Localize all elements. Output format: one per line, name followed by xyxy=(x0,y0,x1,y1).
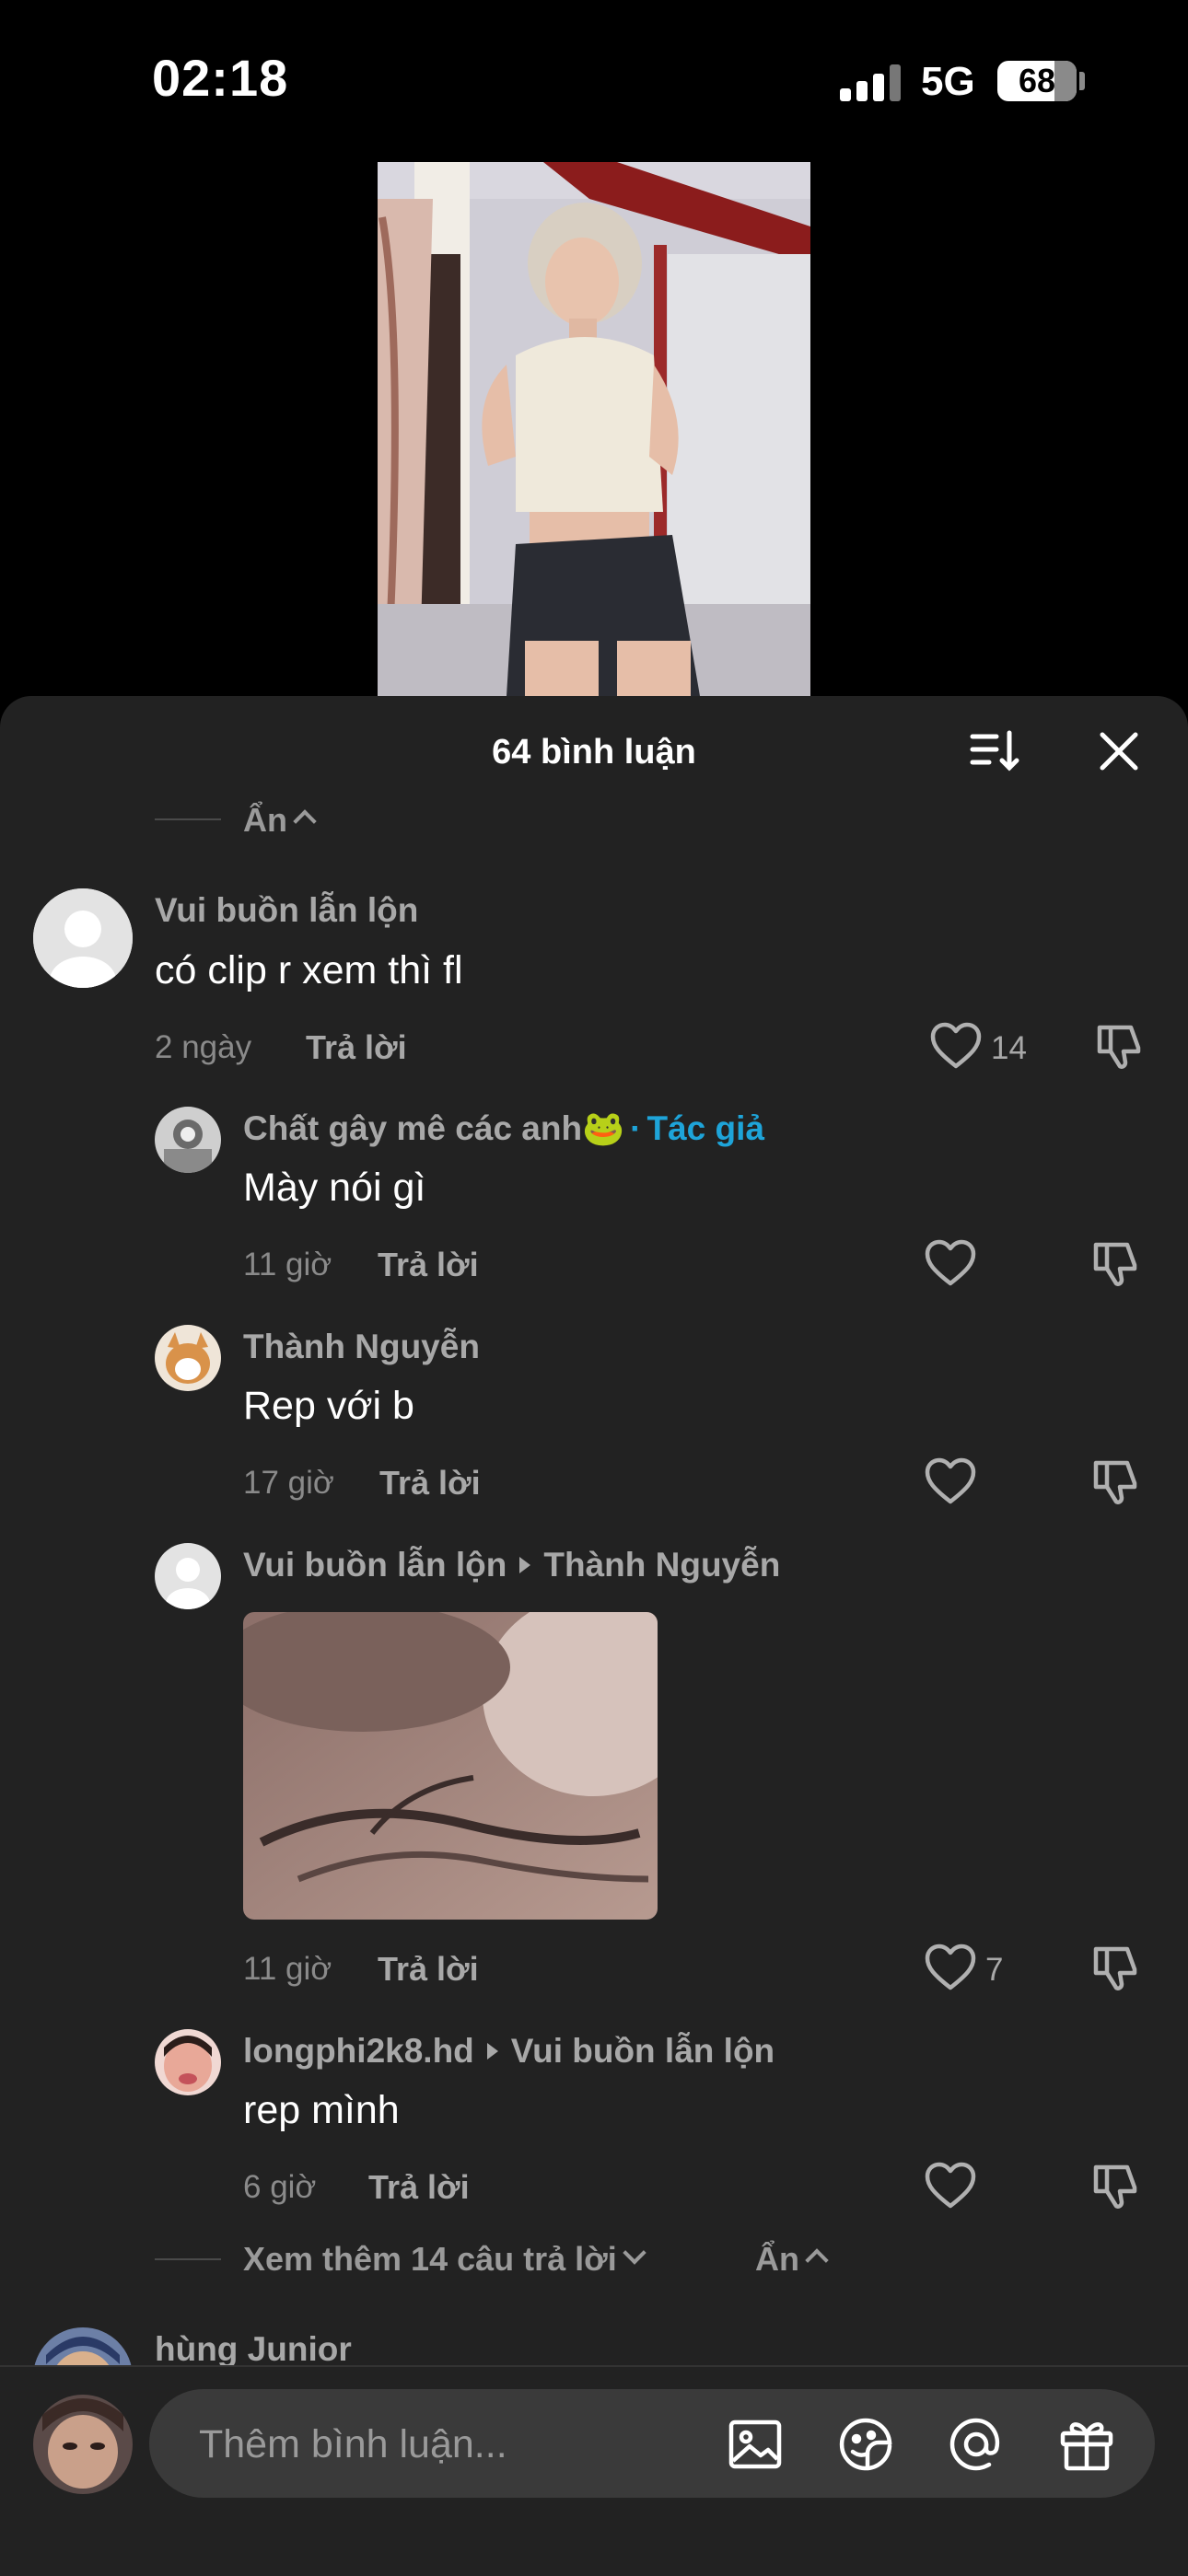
comment-time: 2 ngày xyxy=(155,1029,252,1065)
close-icon[interactable] xyxy=(1091,724,1147,779)
comment-text: có clip r xem thì fl xyxy=(155,948,463,992)
avatar[interactable] xyxy=(155,1325,221,1391)
thumbs-down-icon[interactable] xyxy=(1090,2160,1142,2211)
thumbs-down-icon[interactable] xyxy=(1090,1456,1142,1507)
thread-divider xyxy=(155,818,221,820)
heart-outline-icon[interactable] xyxy=(925,2162,976,2210)
reply-button[interactable]: Trả lời xyxy=(378,1246,479,1284)
reply-button[interactable]: Trả lời xyxy=(379,1464,481,1503)
comment-input-container xyxy=(149,2389,1155,2500)
comment-username[interactable]: Chất gây mê các anh🐸 · Tác giả xyxy=(243,1109,764,1149)
username-text: Vui buồn lẫn lộn xyxy=(243,1546,507,1584)
comment-text: Mày nói gì xyxy=(243,1166,426,1210)
reply-to-username: Thành Nguyễn xyxy=(543,1546,781,1584)
gift-icon[interactable] xyxy=(1057,2415,1116,2474)
thumbs-down-icon[interactable] xyxy=(1090,1942,1142,1993)
heart-outline-icon[interactable] xyxy=(925,1944,976,1991)
reply-to-username: Vui buồn lẫn lộn xyxy=(510,2032,775,2070)
hide-replies-link[interactable]: Ẩn xyxy=(755,2240,829,2279)
sticker-emoji-icon[interactable] xyxy=(836,2415,895,2474)
comment-input[interactable] xyxy=(197,2389,680,2500)
video-preview[interactable] xyxy=(378,162,810,696)
chevron-up-icon xyxy=(293,809,317,833)
username-text: longphi2k8.hd xyxy=(243,2032,474,2070)
at-icon[interactable] xyxy=(947,2415,1006,2474)
view-more-replies-link[interactable]: Xem thêm 14 câu trả lời xyxy=(243,2240,646,2279)
chevron-down-icon xyxy=(623,2241,646,2265)
author-badge: Tác giả xyxy=(646,1109,764,1147)
reply-button[interactable]: Trả lời xyxy=(368,2168,470,2207)
status-bar: 02:18 5G 68 xyxy=(0,0,1188,157)
battery-percent: 68 xyxy=(1018,62,1056,99)
status-time: 02:18 xyxy=(152,49,289,107)
signal-icon xyxy=(840,64,904,101)
comment-time: 11 giờ xyxy=(243,1247,332,1282)
reply-button[interactable]: Trả lời xyxy=(306,1028,407,1067)
comment-username[interactable]: Thành Nguyễn xyxy=(243,1328,480,1366)
avatar[interactable] xyxy=(33,888,133,988)
comment-time: 6 giờ xyxy=(243,2169,317,2205)
network-type: 5G xyxy=(921,59,975,104)
my-avatar[interactable] xyxy=(33,2395,133,2494)
comments-panel: 64 bình luận Ẩn Vui buồn lẫn lộn có clip… xyxy=(0,696,1188,2574)
thumbs-down-icon[interactable] xyxy=(1094,1020,1146,1072)
avatar[interactable] xyxy=(155,1107,221,1173)
reply-button[interactable]: Trả lời xyxy=(378,1950,479,1989)
heart-outline-icon[interactable] xyxy=(930,1022,982,1070)
heart-outline-icon[interactable] xyxy=(925,1457,976,1505)
battery-icon: 68 xyxy=(997,61,1077,101)
comment-composer xyxy=(0,2365,1188,2576)
view-more-replies-label: Xem thêm 14 câu trả lời xyxy=(243,2240,617,2278)
comment-username[interactable]: hùng Junior xyxy=(155,2330,352,2369)
comment-text: rep mình xyxy=(243,2088,400,2132)
hide-replies-label: Ẩn xyxy=(243,801,287,839)
chevron-up-icon xyxy=(805,2248,829,2272)
comment-username[interactable]: longphi2k8.hd Vui buồn lẫn lộn xyxy=(243,2032,775,2071)
avatar[interactable] xyxy=(155,2029,221,2095)
comment-text: Rep với b xyxy=(243,1384,414,1428)
thumbs-down-icon[interactable] xyxy=(1090,1237,1142,1289)
reply-arrow-icon xyxy=(486,2043,498,2060)
avatar[interactable] xyxy=(155,1543,221,1609)
comment-time: 17 giờ xyxy=(243,1465,334,1501)
image-icon[interactable] xyxy=(726,2415,785,2474)
hide-replies-label: Ẩn xyxy=(755,2240,799,2278)
like-count: 7 xyxy=(985,1952,1004,1988)
comment-photo[interactable] xyxy=(243,1612,658,1920)
author-separator: · xyxy=(630,1109,642,1147)
comment-time: 11 giờ xyxy=(243,1951,332,1987)
reply-arrow-icon xyxy=(519,1557,531,1573)
sort-icon[interactable] xyxy=(967,724,1022,779)
heart-outline-icon[interactable] xyxy=(925,1239,976,1287)
username-text: Chất gây mê các anh🐸 xyxy=(243,1109,625,1147)
hide-replies-link[interactable]: Ẩn xyxy=(243,801,317,840)
thread-divider xyxy=(155,2258,221,2260)
like-count: 14 xyxy=(991,1030,1027,1066)
comment-username[interactable]: Vui buồn lẫn lộn xyxy=(155,891,418,930)
comment-username[interactable]: Vui buồn lẫn lộn Thành Nguyễn xyxy=(243,1546,780,1584)
